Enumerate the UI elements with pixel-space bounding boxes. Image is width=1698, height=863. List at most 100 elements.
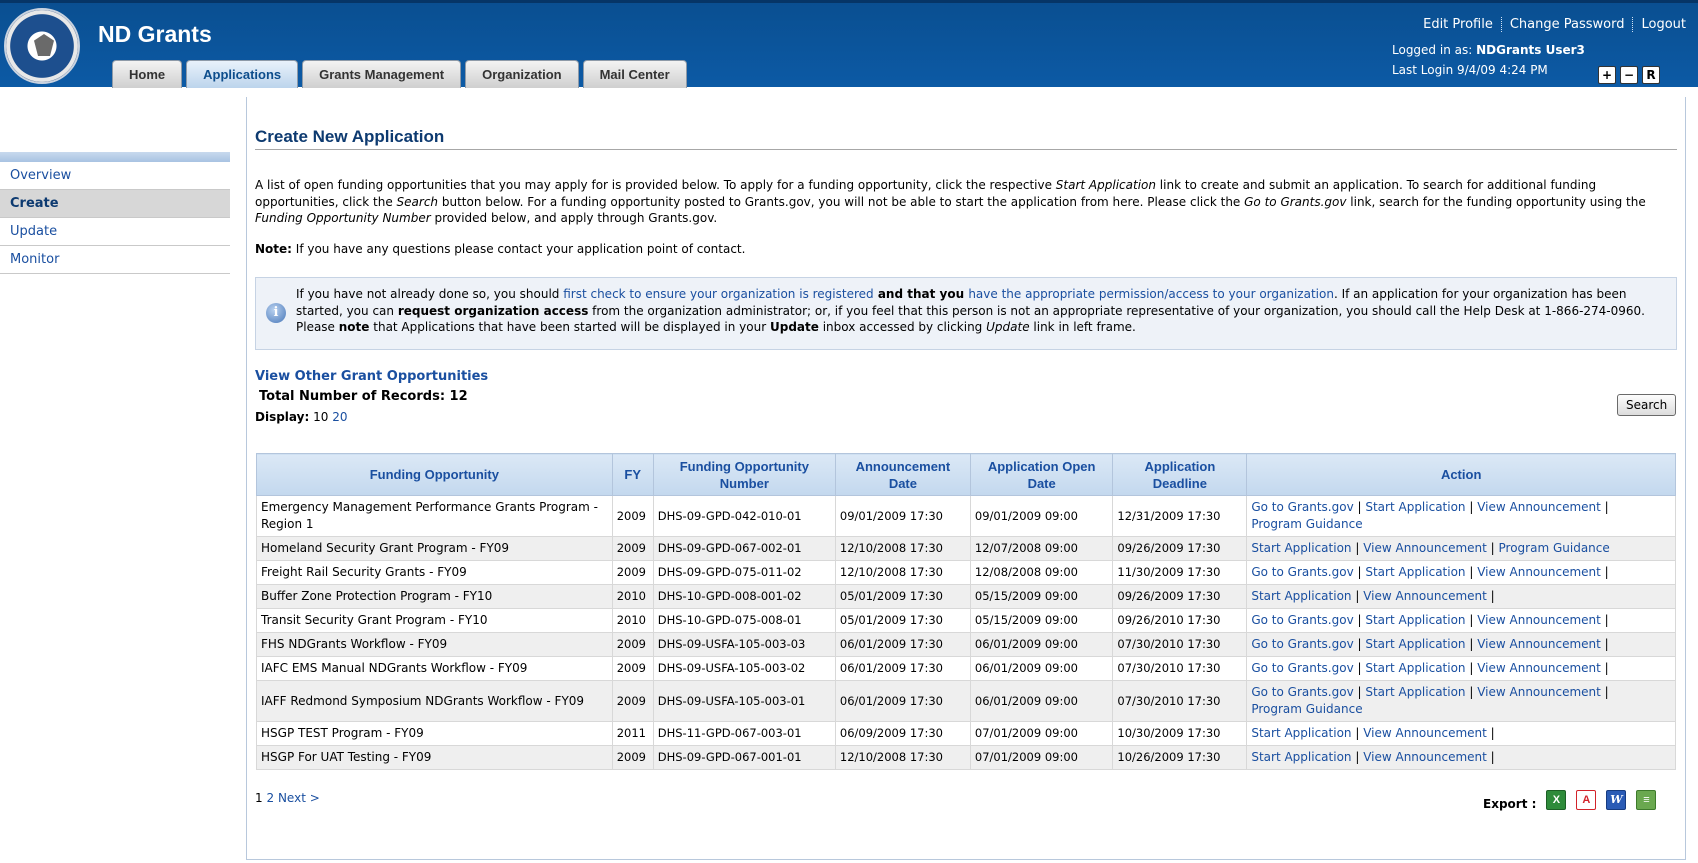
cell-funding-opportunity: Emergency Management Performance Grants … [256,495,613,537]
tab-grants-management[interactable]: Grants Management [302,60,462,88]
action-link-go-to-grants-gov[interactable]: Go to Grants.gov [1251,500,1353,514]
action-link-view-announcement[interactable]: View Announcement [1477,637,1601,651]
action-link-view-announcement[interactable]: View Announcement [1363,541,1487,555]
csv-icon[interactable]: ≡ [1636,790,1657,810]
cell-action: Start Application | View Announcement | … [1246,536,1676,561]
action-link-start-application[interactable]: Start Application [1365,685,1465,699]
action-separator: | [1353,565,1366,579]
nav-item-monitor[interactable]: Monitor [0,246,230,274]
word-icon[interactable]: W [1606,790,1627,810]
tab-organization[interactable]: Organization [465,60,579,88]
main-content: Create New Application A list of open fu… [246,97,1686,860]
action-link-view-announcement[interactable]: View Announcement [1477,500,1601,514]
tab-applications[interactable]: Applications [186,60,299,88]
link-separator [1500,17,1502,32]
tab-mail-center[interactable]: Mail Center [582,60,687,88]
cell-action: Go to Grants.gov | Start Application | V… [1246,632,1676,657]
action-link-view-announcement[interactable]: View Announcement [1477,613,1601,627]
cell-funding-opportunity: IAFC EMS Manual NDGrants Workflow - FY09 [256,656,613,681]
cell-announcement-date: 05/01/2009 17:30 [834,608,971,633]
action-link-start-application[interactable]: Start Application [1365,613,1465,627]
action-link-start-application[interactable]: Start Application [1251,726,1351,740]
zoom-out-button[interactable]: − [1620,66,1638,84]
cell-action: Go to Grants.gov | Start Application | V… [1246,656,1676,681]
action-link-program-guidance[interactable]: Program Guidance [1251,702,1362,716]
action-link-view-announcement[interactable]: View Announcement [1477,565,1601,579]
tab-home[interactable]: Home [112,60,183,88]
action-link-start-application[interactable]: Start Application [1365,500,1465,514]
left-nav-header [0,152,230,162]
logged-in-label: Logged in as: [1392,43,1473,57]
page-title: Create New Application [255,127,445,146]
action-separator: | [1351,541,1364,555]
action-link-start-application[interactable]: Start Application [1365,565,1465,579]
cell-action: Go to Grants.gov | Start Application | V… [1246,608,1676,633]
intro-part: A list of open funding opportunities tha… [255,178,1056,192]
note-label: Note: [255,242,292,256]
action-link-start-application[interactable]: Start Application [1365,661,1465,675]
info-box: i If you have not already done so, you s… [255,277,1677,350]
cell-deadline: 07/30/2010 17:30 [1112,680,1248,722]
cell-announcement-date: 12/10/2008 17:30 [834,745,971,770]
page-2-link[interactable]: 2 [266,791,274,805]
action-link-start-application[interactable]: Start Application [1365,637,1465,651]
org-permission-link[interactable]: have the appropriate permission/access t… [968,287,1334,301]
col-announcement-date[interactable]: Announcement Date [834,453,971,496]
cell-open-date: 09/01/2009 09:00 [969,495,1114,537]
action-separator: | [1353,637,1366,651]
action-link-program-guidance[interactable]: Program Guidance [1499,541,1610,555]
display-20-link[interactable]: 20 [332,410,347,424]
display-10: 10 [313,410,329,424]
action-link-go-to-grants-gov[interactable]: Go to Grants.gov [1251,613,1353,627]
action-separator: | [1351,726,1364,740]
cell-fon: DHS-09-USFA-105-003-03 [652,632,836,657]
action-link-start-application[interactable]: Start Application [1251,541,1351,555]
nav-item-create[interactable]: Create [0,190,230,218]
zoom-in-button[interactable]: + [1598,66,1616,84]
action-link-go-to-grants-gov[interactable]: Go to Grants.gov [1251,565,1353,579]
col-funding-opportunity[interactable]: Funding Opportunity [256,453,613,496]
col-open-date[interactable]: Application Open Date [969,453,1114,496]
edit-profile-link[interactable]: Edit Profile [1423,17,1493,32]
action-link-view-announcement[interactable]: View Announcement [1363,726,1487,740]
title-divider [255,149,1677,150]
cell-open-date: 07/01/2009 09:00 [969,721,1114,746]
pagination: 1 2 Next > [255,791,320,805]
table-row: IAFF Redmond Symposium NDGrants Workflow… [256,680,1676,722]
nav-item-update[interactable]: Update [0,218,230,246]
col-fon[interactable]: Funding Opportunity Number [652,453,836,496]
col-deadline[interactable]: Application Deadline [1112,453,1248,496]
org-registered-link[interactable]: first check to ensure your organization … [563,287,873,301]
info-bold: request organization access [397,303,589,318]
cell-deadline: 09/26/2009 17:30 [1112,536,1248,561]
cell-fon: DHS-09-USFA-105-003-01 [652,680,836,722]
action-link-go-to-grants-gov[interactable]: Go to Grants.gov [1251,685,1353,699]
action-link-go-to-grants-gov[interactable]: Go to Grants.gov [1251,661,1353,675]
table-row: IAFC EMS Manual NDGrants Workflow - FY09… [256,656,1676,681]
zoom-reset-button[interactable]: R [1642,66,1660,84]
logout-link[interactable]: Logout [1641,17,1686,32]
nav-item-overview[interactable]: Overview [0,162,230,190]
change-password-link[interactable]: Change Password [1510,17,1625,32]
view-other-opportunities-link[interactable]: View Other Grant Opportunities [255,369,488,384]
action-separator: | [1600,565,1609,579]
action-link-program-guidance[interactable]: Program Guidance [1251,517,1362,531]
action-link-start-application[interactable]: Start Application [1251,750,1351,764]
action-link-view-announcement[interactable]: View Announcement [1363,589,1487,603]
excel-icon[interactable]: X [1546,790,1567,810]
cell-deadline: 07/30/2010 17:30 [1112,632,1248,657]
action-link-view-announcement[interactable]: View Announcement [1477,661,1601,675]
col-fy[interactable]: FY [611,453,654,496]
search-button[interactable]: Search [1617,394,1677,416]
next-page-link[interactable]: Next > [278,791,320,805]
action-separator: | [1465,500,1478,514]
cell-announcement-date: 06/01/2009 17:30 [834,632,971,657]
action-link-view-announcement[interactable]: View Announcement [1477,685,1601,699]
action-link-go-to-grants-gov[interactable]: Go to Grants.gov [1251,637,1353,651]
cell-open-date: 06/01/2009 09:00 [969,656,1114,681]
cell-funding-opportunity: IAFF Redmond Symposium NDGrants Workflow… [256,680,613,722]
action-link-view-announcement[interactable]: View Announcement [1363,750,1487,764]
pdf-icon[interactable]: A [1576,790,1597,810]
cell-deadline: 07/30/2010 17:30 [1112,656,1248,681]
action-link-start-application[interactable]: Start Application [1251,589,1351,603]
